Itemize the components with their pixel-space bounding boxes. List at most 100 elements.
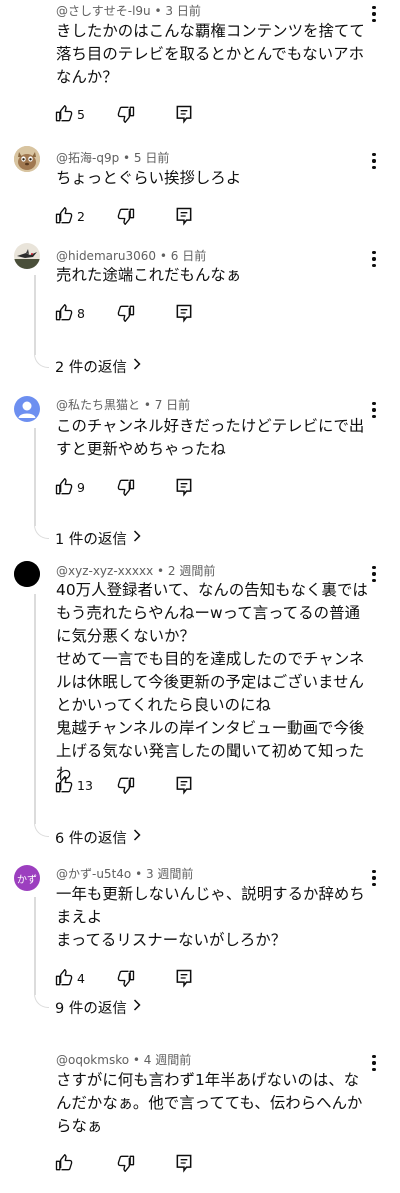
more-vert-dot: [372, 1054, 376, 1059]
avatar[interactable]: かず: [14, 865, 40, 891]
dislike-button[interactable]: [116, 773, 136, 797]
more-vert-dot: [372, 5, 376, 10]
comment-time[interactable]: 3 日前: [165, 4, 200, 18]
thumb-up-icon: [54, 477, 74, 497]
comment-author[interactable]: @さしすせそ-l9u: [56, 4, 151, 18]
comment-actions: 9: [54, 475, 256, 499]
comment-author[interactable]: @hidemaru3060: [56, 249, 156, 263]
thumb-down-icon: [116, 104, 136, 124]
chevron-right-icon: [133, 829, 141, 845]
thumb-down-icon: [116, 775, 136, 795]
reply-button[interactable]: [174, 1151, 194, 1175]
more-vert-dot: [372, 565, 376, 570]
thread-line: [34, 275, 36, 355]
reply-button[interactable]: [174, 773, 194, 797]
more-vert-dot: [372, 257, 376, 261]
reply-icon: [174, 775, 194, 795]
thread-line: [34, 897, 36, 995]
view-replies-button[interactable]: 9 件の返信: [55, 996, 141, 1018]
more-vert-dot: [372, 152, 376, 157]
reply-button[interactable]: [174, 966, 194, 990]
reply-icon: [174, 1153, 194, 1173]
thumb-up-icon: [54, 775, 74, 795]
dislike-button[interactable]: [116, 102, 136, 126]
comment-time[interactable]: 3 週間前: [146, 867, 193, 881]
more-vert-dot: [372, 408, 376, 412]
comment-actions: [54, 1151, 256, 1175]
comment-author[interactable]: @oqokmsko: [56, 1053, 129, 1067]
dislike-button[interactable]: [116, 966, 136, 990]
like-button[interactable]: 4: [54, 966, 85, 990]
black-circle-avatar-icon: [14, 561, 40, 587]
comment-meta: @拓海-q9p • 5 日前: [56, 151, 170, 165]
like-button[interactable]: 13: [54, 773, 93, 797]
thumb-down-icon: [116, 303, 136, 323]
view-replies-button[interactable]: 6 件の返信: [55, 826, 141, 848]
comment-meta: @xyz-xyz-xxxxx • 2 週間前: [56, 564, 216, 578]
thread-curve: [34, 353, 49, 368]
comment-author[interactable]: @拓海-q9p: [56, 151, 119, 165]
comment-time[interactable]: 6 日前: [171, 249, 206, 263]
view-replies-button[interactable]: 1 件の返信: [55, 527, 141, 549]
more-vert-dot: [372, 869, 376, 874]
thumb-down-icon: [116, 968, 136, 988]
thread-curve: [34, 993, 49, 1008]
avatar[interactable]: [14, 396, 40, 422]
like-button[interactable]: 8: [54, 301, 85, 325]
comment-time[interactable]: 2 週間前: [168, 564, 215, 578]
comment-text: さすがに何も言わず1年半あげないのは、なんだかなぁ。他で言ってても、伝わらへんか…: [56, 1071, 363, 1135]
comment-author[interactable]: @xyz-xyz-xxxxx: [56, 564, 153, 578]
comment-meta: @さしすせそ-l9u • 3 日前: [56, 4, 201, 18]
comment-time[interactable]: 7 日前: [155, 398, 190, 412]
replies-count-label: 1 件の返信: [55, 531, 127, 548]
avatar[interactable]: [14, 243, 40, 269]
comment-author[interactable]: @かず-u5t4o: [56, 867, 131, 881]
reply-icon: [174, 968, 194, 988]
reply-button[interactable]: [174, 204, 194, 228]
more-vert-dot: [372, 876, 376, 880]
dislike-button[interactable]: [116, 475, 136, 499]
thread-curve: [34, 822, 49, 837]
comment-actions: 5: [54, 102, 256, 126]
like-button[interactable]: [54, 1151, 77, 1175]
like-button[interactable]: 5: [54, 102, 85, 126]
more-vert-dot: [372, 250, 376, 255]
more-vert-dot: [372, 401, 376, 406]
reply-button[interactable]: [174, 301, 194, 325]
avatar[interactable]: [14, 146, 40, 172]
comment-meta: @hidemaru3060 • 6 日前: [56, 249, 207, 263]
reply-icon: [174, 206, 194, 226]
more-vert-dot: [372, 159, 376, 163]
avatar[interactable]: [14, 561, 40, 587]
like-count: 13: [77, 777, 93, 793]
dislike-button[interactable]: [116, 1151, 136, 1175]
comment-text: 一年も更新しないんじゃ、説明するか辞めちまえよ まってるリスナーないがしろか？: [56, 885, 365, 949]
like-button[interactable]: 2: [54, 204, 85, 228]
comment-time[interactable]: 5 日前: [134, 151, 169, 165]
comment-actions: 2: [54, 204, 256, 228]
thread-line: [34, 428, 36, 526]
reply-icon: [174, 303, 194, 323]
thumb-up-icon: [54, 968, 74, 988]
chevron-right-icon: [133, 530, 141, 546]
reply-button[interactable]: [174, 475, 194, 499]
comment-actions: 13: [54, 773, 256, 797]
view-replies-button[interactable]: 2 件の返信: [55, 355, 141, 377]
comment-text: きしたかのはこんな覇権コンテンツを捨てて落ち目のテレビを取るとかとんでもないアホ…: [56, 22, 365, 86]
cat-photo-avatar-icon: [14, 146, 40, 172]
comment-text: 売れた途端これだもんなぁ: [56, 266, 242, 284]
comment-text: このチャンネル好きだったけどテレビにで出すと更新やめちゃったね: [56, 417, 365, 458]
dislike-button[interactable]: [116, 301, 136, 325]
comment-time[interactable]: 4 週間前: [144, 1053, 191, 1067]
like-button[interactable]: 9: [54, 475, 85, 499]
dislike-button[interactable]: [116, 204, 136, 228]
reply-button[interactable]: [174, 102, 194, 126]
like-count: 9: [77, 479, 85, 495]
comment-text: 40万人登録者いて、なんの告知もなく裏ではもう売れたらやんねーwって言ってるの普…: [56, 581, 368, 783]
comment-author[interactable]: @私たち黒猫と: [56, 398, 140, 412]
comment-actions: 4: [54, 966, 256, 990]
replies-count-label: 9 件の返信: [55, 1000, 127, 1017]
more-vert-dot: [372, 1061, 376, 1065]
replies-count-label: 6 件の返信: [55, 830, 127, 847]
like-count: 4: [77, 970, 85, 986]
